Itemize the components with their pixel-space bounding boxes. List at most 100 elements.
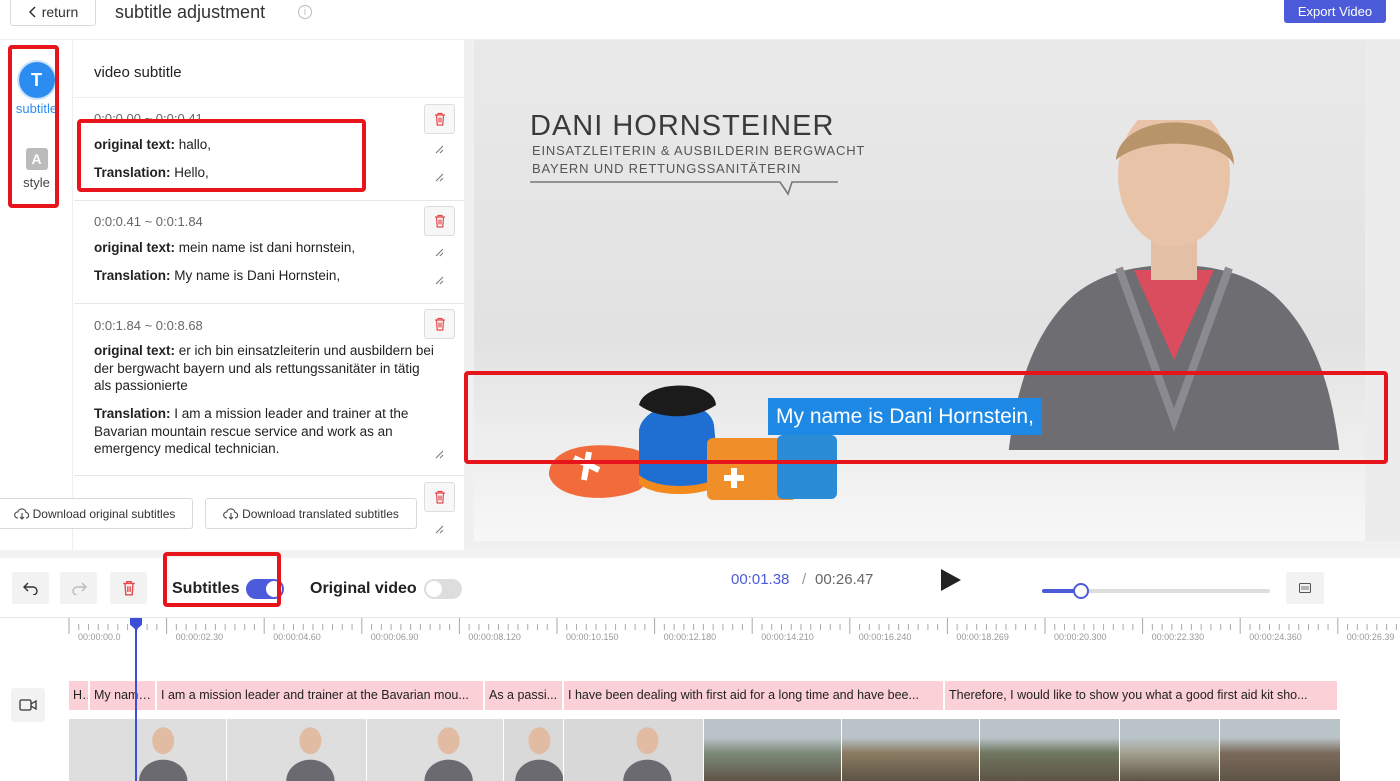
return-button[interactable]: return	[10, 0, 96, 26]
original-text-line[interactable]: original text: mein name ist dani hornst…	[94, 239, 439, 257]
playback-toolbar: Subtitles Original video 00:01.38 / 00:2…	[0, 550, 1400, 618]
undo-button[interactable]	[12, 572, 49, 604]
trash-icon	[122, 581, 135, 596]
subtitle-time-range: 0:0:1.84 ~ 0:0:8.68	[94, 318, 203, 333]
video-preview[interactable]: DANI HORNSTEINER EINSATZLEITERIN & AUSBI…	[474, 40, 1365, 541]
delete-subtitle-button[interactable]	[424, 206, 455, 236]
subtitle-caption-overlay[interactable]: My name is Dani Hornstein,	[768, 398, 1042, 435]
video-thumbnail	[367, 719, 504, 781]
resize-handle-icon[interactable]	[434, 172, 444, 182]
video-thumbnail	[564, 719, 704, 781]
cloud-download-icon	[223, 507, 239, 520]
ruler-tick-label: 00:00:14.210	[761, 632, 814, 642]
subtitle-card[interactable]: 0:0:1.84 ~ 0:0:8.68 original text: er ic…	[74, 304, 464, 476]
ruler-tick-label: 00:00:00.0	[78, 632, 121, 642]
subtitle-segment[interactable]: My name...	[90, 681, 157, 710]
lower-third-name: DANI HORNSTEINER	[530, 110, 835, 142]
subtitle-segment[interactable]: As a passi...	[485, 681, 564, 710]
chevron-left-icon	[28, 6, 36, 18]
ruler-tick-label: 00:00:22.330	[1151, 632, 1205, 642]
translation-line[interactable]: Translation: I am a mission leader and t…	[94, 405, 439, 458]
ruler-tick-label: 00:00:16.240	[858, 632, 912, 642]
return-label: return	[41, 4, 79, 20]
subtitle-time-range: 0:0:0.00 ~ 0:0:0.41	[94, 111, 203, 126]
subtitle-segment[interactable]: I have been dealing with first aid for a…	[564, 681, 945, 710]
subtitle-card[interactable]: 0:0:0.00 ~ 0:0:0.41 original text: hallo…	[74, 98, 464, 201]
download-original-label: Download original subtitles	[32, 506, 176, 521]
video-track-button[interactable]	[11, 688, 45, 722]
resize-handle-icon[interactable]	[434, 524, 444, 534]
video-thumbnail	[504, 719, 564, 781]
font-style-icon: A	[25, 148, 48, 170]
video-camera-icon	[19, 699, 37, 711]
resize-handle-icon[interactable]	[434, 247, 444, 257]
original-text-line[interactable]: original text: er ich bin einsatzleiteri…	[94, 342, 439, 395]
current-time: 00:01.38	[731, 571, 790, 588]
ruler-tick-label: 00:00:06.90	[370, 632, 419, 642]
ruler-tick-label: 00:00:24.360	[1249, 632, 1302, 642]
subtitles-toggle[interactable]	[246, 579, 284, 599]
text-icon: T	[18, 62, 55, 98]
original-video-toggle[interactable]	[424, 579, 462, 599]
export-video-button[interactable]: Export Video	[1284, 0, 1386, 23]
resize-handle-icon[interactable]	[434, 144, 444, 154]
zoom-slider[interactable]	[1042, 583, 1270, 599]
download-original-subtitles-button[interactable]: Download original subtitles	[0, 498, 193, 529]
lower-third-role-line1: EINSATZLEITERIN & AUSBILDERIN BERGWACHT	[532, 143, 866, 158]
subtitle-segment[interactable]: H...	[69, 681, 90, 710]
speech-bubble-line	[530, 181, 838, 196]
original-label: original text:	[94, 240, 176, 255]
subtitle-segment[interactable]: Therefore, I would like to show you what…	[945, 681, 1339, 710]
video-thumbnail	[69, 719, 227, 781]
translation-line[interactable]: Translation: Hello,	[94, 164, 439, 182]
subtitle-card[interactable]: 0:0:0.41 ~ 0:0:1.84 original text: mein …	[74, 201, 464, 304]
zoom-slider-handle[interactable]	[1072, 583, 1089, 599]
ruler-tick-label: 00:00:04.60	[273, 632, 321, 642]
info-icon[interactable]: i	[298, 5, 312, 19]
cloud-download-icon	[13, 507, 29, 520]
original-label: original text:	[94, 343, 176, 358]
rail-item-subtitle[interactable]: T subtitle	[0, 62, 73, 116]
resize-handle-icon[interactable]	[434, 275, 444, 285]
redo-button[interactable]	[60, 572, 97, 604]
translation-text: My name is Dani Hornstein,	[174, 268, 341, 283]
delete-subtitle-button[interactable]	[424, 309, 455, 339]
subtitle-track: H...My name...I am a mission leader and …	[69, 681, 1340, 710]
ruler-tick-label: 00:00:08.120	[468, 632, 521, 642]
download-translated-subtitles-button[interactable]: Download translated subtitles	[205, 498, 417, 529]
video-thumbnail-track[interactable]	[69, 719, 1341, 781]
video-thumbnail	[1220, 719, 1341, 781]
ruler-tick-label: 00:00:26.39	[1346, 632, 1395, 642]
trash-icon	[434, 317, 445, 331]
redo-icon	[71, 582, 87, 595]
trash-icon	[434, 214, 445, 228]
original-text: mein name ist dani hornstein,	[178, 240, 356, 255]
subtitle-time-range: 0:0:0.41 ~ 0:0:1.84	[94, 214, 203, 229]
translation-label: Translation:	[94, 406, 171, 421]
video-thumbnail	[980, 719, 1120, 781]
ruler-tick-label: 00:00:02.30	[175, 632, 224, 642]
toggle-knob	[426, 581, 442, 597]
lower-third-role-line2: BAYERN UND RETTUNGSSANITÄTERIN	[532, 161, 802, 176]
rail-item-style[interactable]: A style	[0, 148, 73, 190]
trash-icon	[434, 112, 445, 126]
ruler-tick-label: 00:00:20.300	[1054, 632, 1107, 642]
resize-handle-icon[interactable]	[434, 449, 444, 459]
fit-timeline-button[interactable]	[1286, 572, 1324, 604]
undo-icon	[22, 582, 38, 595]
translation-line[interactable]: Translation: My name is Dani Hornstein,	[94, 267, 439, 285]
ruler-tick-label: 00:00:10.150	[566, 632, 619, 642]
video-side-gutter	[1365, 40, 1400, 541]
time-separator: /	[802, 571, 807, 588]
delete-button[interactable]	[110, 572, 147, 604]
subtitles-toggle-label: Subtitles	[172, 580, 240, 597]
delete-subtitle-button[interactable]	[424, 104, 455, 134]
translation-text: Hello,	[174, 165, 209, 180]
fit-icon	[1299, 583, 1311, 593]
original-text-line[interactable]: original text: hallo,	[94, 136, 439, 154]
subtitle-list-panel: video subtitle 0:0:0.00 ~ 0:0:0.41 origi…	[74, 40, 464, 550]
play-icon[interactable]	[940, 568, 962, 592]
delete-subtitle-button[interactable]	[424, 482, 455, 512]
playhead[interactable]	[135, 618, 137, 781]
subtitle-segment[interactable]: I am a mission leader and trainer at the…	[157, 681, 485, 710]
